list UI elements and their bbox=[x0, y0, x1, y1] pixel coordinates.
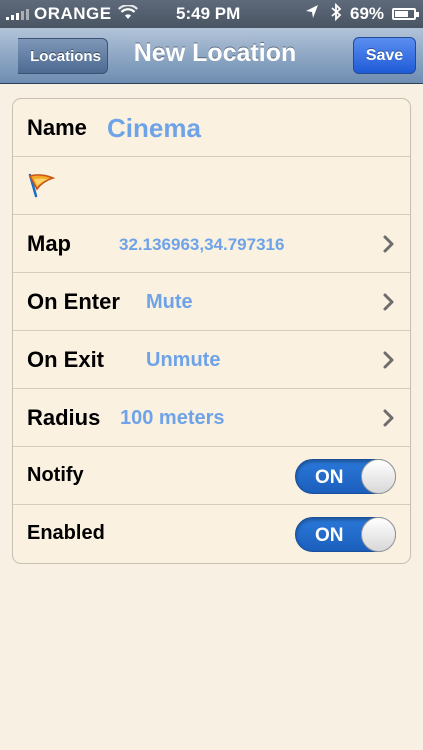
map-value: 32.136963,34.797316 bbox=[119, 235, 285, 254]
chevron-right-icon bbox=[382, 408, 396, 428]
navigation-bar: Locations New Location Save bbox=[0, 28, 423, 84]
save-button[interactable]: Save bbox=[353, 37, 416, 74]
signal-icon bbox=[6, 9, 29, 20]
enabled-toggle[interactable]: ON bbox=[295, 517, 396, 552]
battery-icon bbox=[392, 8, 419, 20]
map-row[interactable]: Map 32.136963,34.797316 bbox=[13, 215, 410, 273]
notify-label: Notify bbox=[27, 464, 84, 486]
radius-row[interactable]: Radius 100 meters bbox=[13, 389, 410, 447]
bluetooth-icon bbox=[330, 2, 342, 26]
back-button-label: Locations bbox=[30, 47, 101, 65]
notify-toggle[interactable]: ON bbox=[295, 459, 396, 494]
chevron-right-icon bbox=[382, 292, 396, 312]
radius-label: Radius bbox=[27, 405, 101, 430]
wifi-icon bbox=[118, 4, 138, 26]
on-exit-row[interactable]: On Exit Unmute bbox=[13, 331, 410, 389]
icon-row[interactable] bbox=[13, 157, 410, 215]
chevron-right-icon bbox=[382, 234, 396, 254]
on-exit-value: Unmute bbox=[146, 349, 221, 371]
on-enter-label: On Enter bbox=[27, 289, 120, 314]
status-time: 5:49 PM bbox=[176, 4, 241, 23]
on-enter-row[interactable]: On Enter Mute bbox=[13, 273, 410, 331]
location-form: Name Cinema Map 32.136963,34.797316 On E… bbox=[12, 98, 411, 564]
radius-value: 100 meters bbox=[120, 407, 225, 429]
on-exit-label: On Exit bbox=[27, 347, 105, 372]
battery-percent: 69% bbox=[350, 4, 385, 23]
enabled-label: Enabled bbox=[27, 522, 105, 544]
name-row[interactable]: Name Cinema bbox=[13, 99, 410, 157]
toggle-knob bbox=[361, 517, 396, 552]
flag-icon[interactable] bbox=[27, 172, 57, 203]
chevron-right-icon bbox=[382, 350, 396, 370]
status-bar: ORANGE 5:49 PM 69% bbox=[0, 0, 423, 28]
page-title: New Location bbox=[133, 39, 297, 67]
name-label: Name bbox=[27, 115, 87, 140]
notify-row: Notify ON bbox=[13, 447, 410, 505]
toggle-knob bbox=[361, 459, 396, 494]
enabled-toggle-state: ON bbox=[315, 525, 344, 546]
back-button[interactable]: Locations bbox=[18, 38, 108, 74]
carrier-name: ORANGE bbox=[34, 4, 112, 23]
location-arrow-icon bbox=[304, 3, 320, 26]
notify-toggle-state: ON bbox=[315, 467, 344, 488]
on-enter-value: Mute bbox=[146, 291, 193, 313]
enabled-row: Enabled ON bbox=[13, 505, 410, 563]
map-label: Map bbox=[27, 231, 71, 256]
name-value[interactable]: Cinema bbox=[107, 113, 201, 144]
